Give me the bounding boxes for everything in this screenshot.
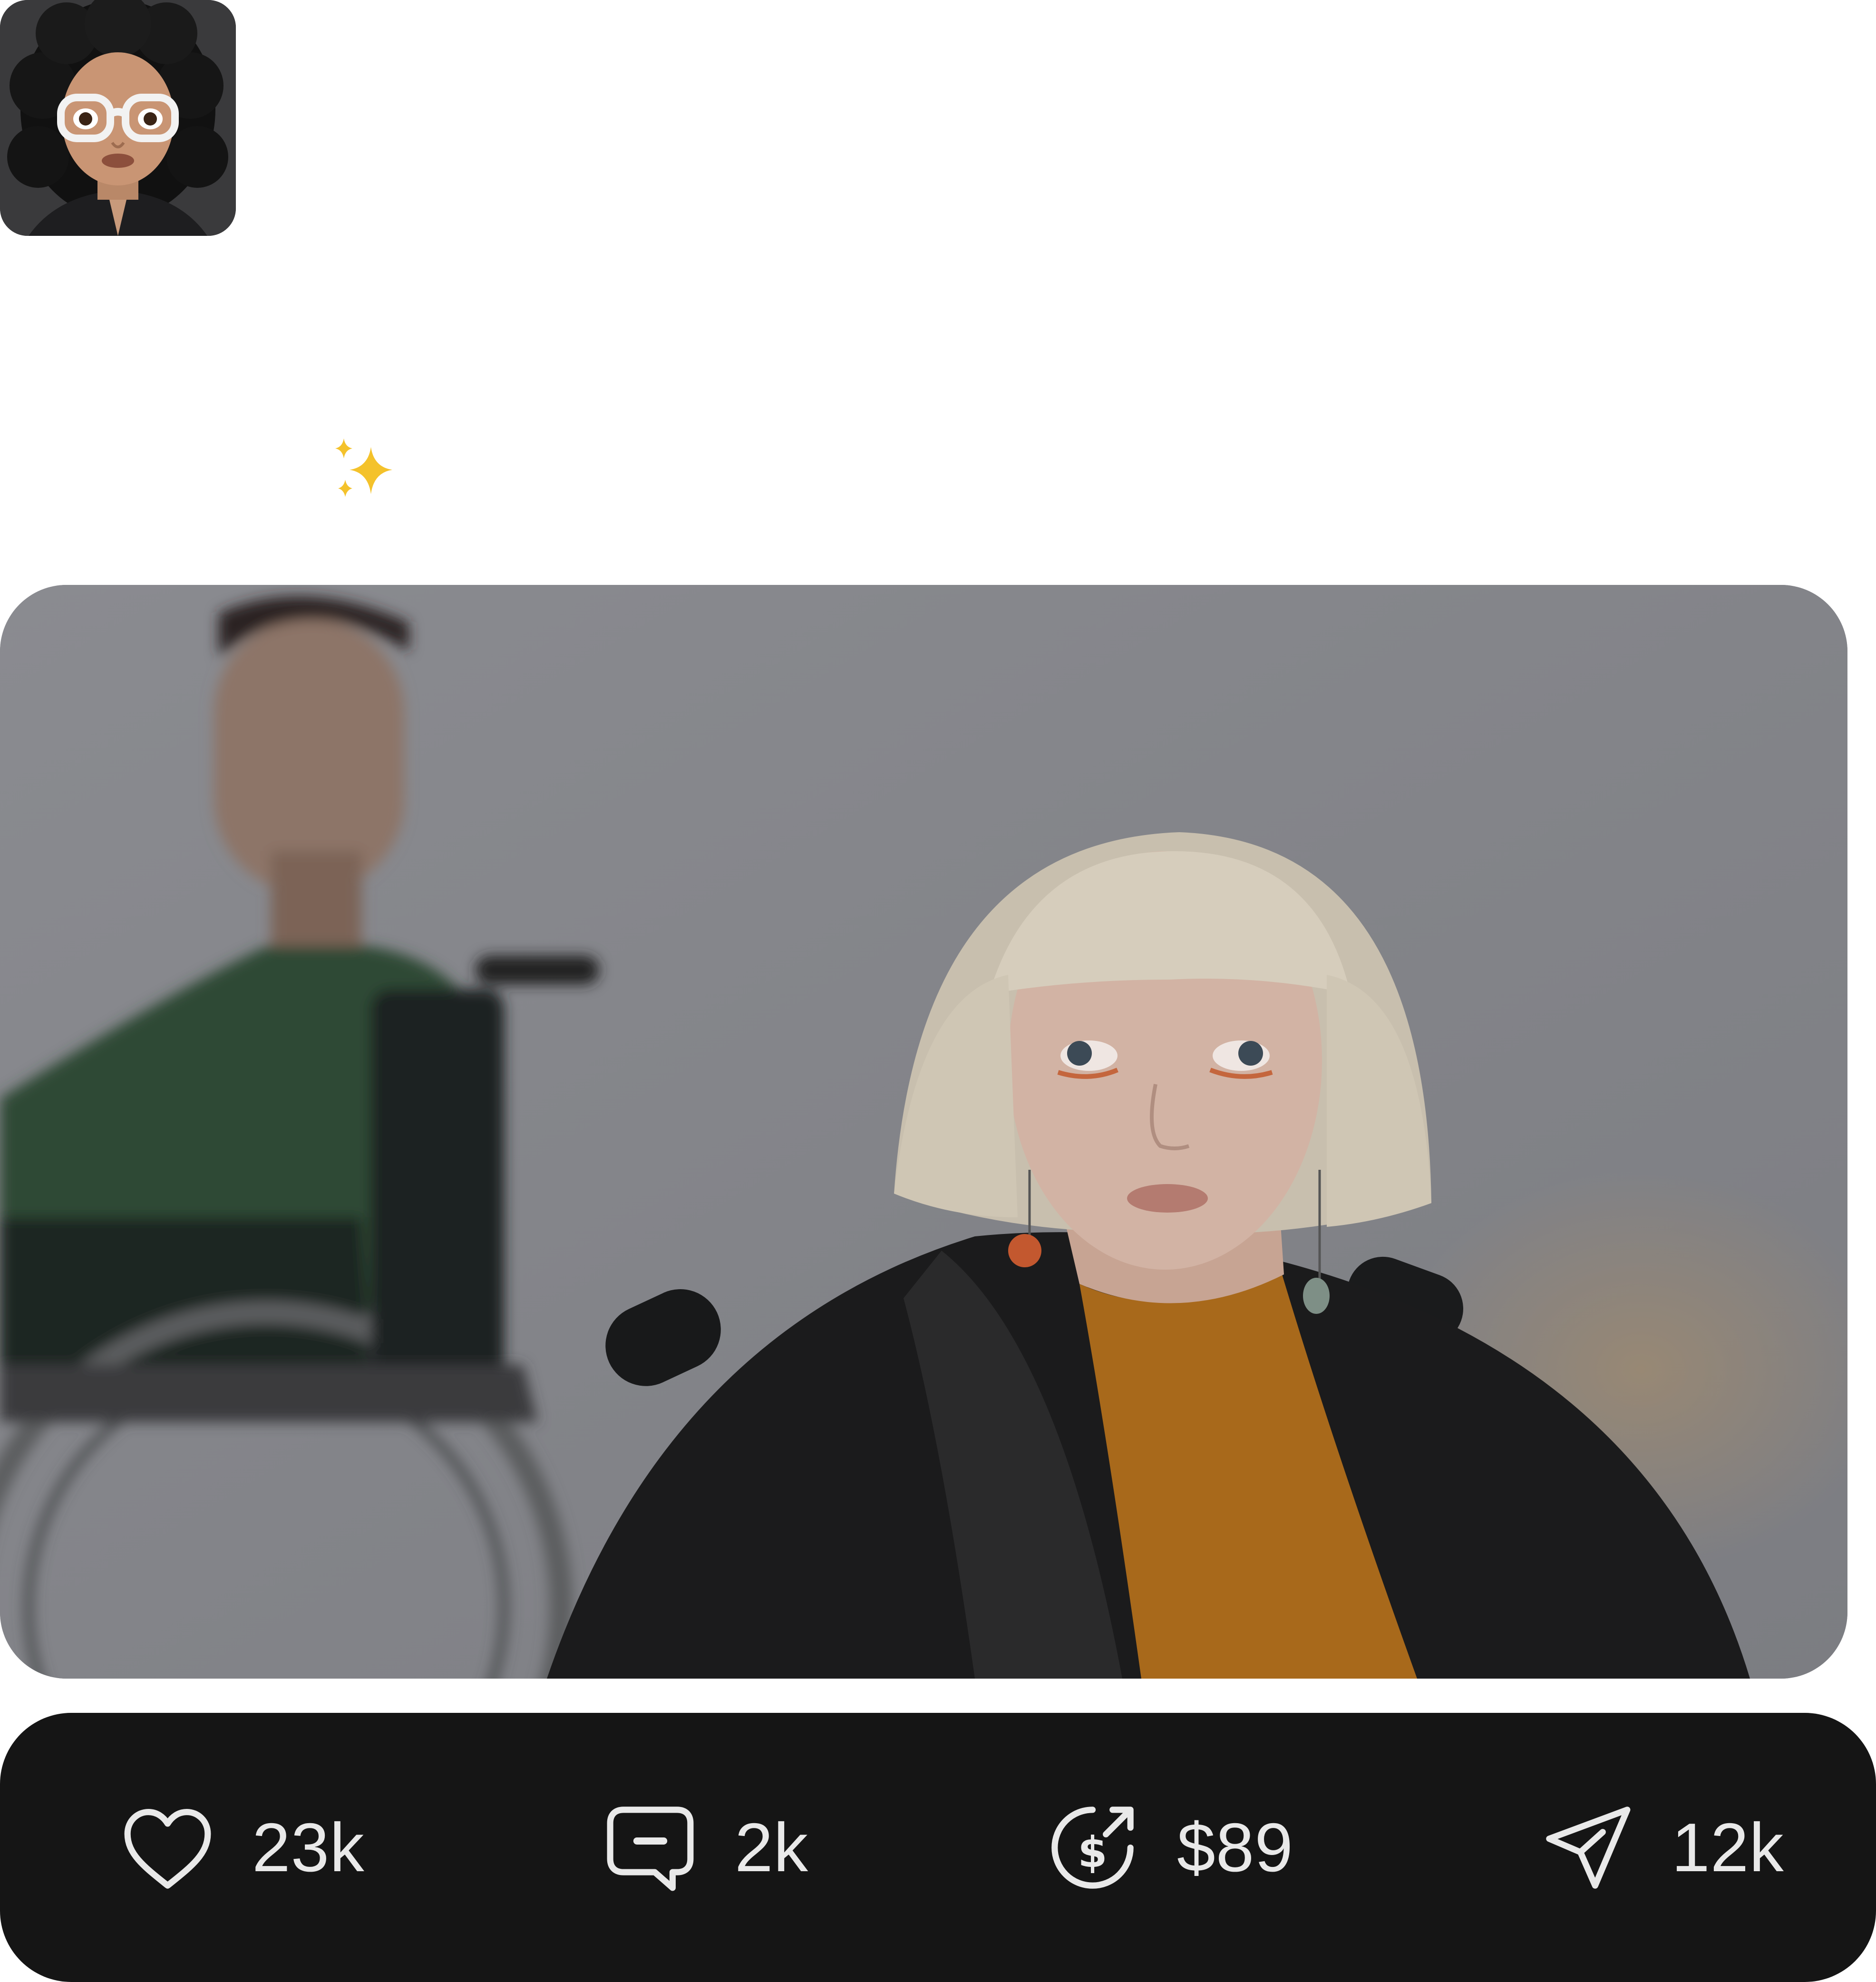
comment-button[interactable]: 2k (597, 1713, 808, 1982)
post-action-bar: 23k 2k $ $89 12k (0, 1713, 1876, 1982)
comment-icon (597, 1794, 704, 1901)
tip-button[interactable]: $ $89 (1039, 1713, 1293, 1982)
caption-text: SZyns (418, 428, 626, 508)
post-photo[interactable] (0, 585, 1847, 1679)
share-count: 12k (1672, 1808, 1784, 1886)
send-icon (1534, 1794, 1641, 1901)
comment-count: 2k (735, 1808, 809, 1886)
heart-icon (114, 1794, 221, 1901)
share-button[interactable]: 12k (1534, 1713, 1784, 1982)
author-avatar[interactable] (0, 0, 236, 236)
photo-image (0, 585, 1847, 1679)
svg-text:$: $ (1078, 1827, 1108, 1877)
tip-dollar-icon: $ (1039, 1794, 1146, 1901)
sparkles-emoji-icon (328, 433, 399, 504)
post-caption: SZyns (328, 428, 625, 509)
tip-amount: $89 (1177, 1808, 1293, 1886)
like-button[interactable]: 23k (114, 1713, 365, 1982)
memoji-avatar-image (0, 0, 236, 236)
like-count: 23k (252, 1808, 365, 1886)
